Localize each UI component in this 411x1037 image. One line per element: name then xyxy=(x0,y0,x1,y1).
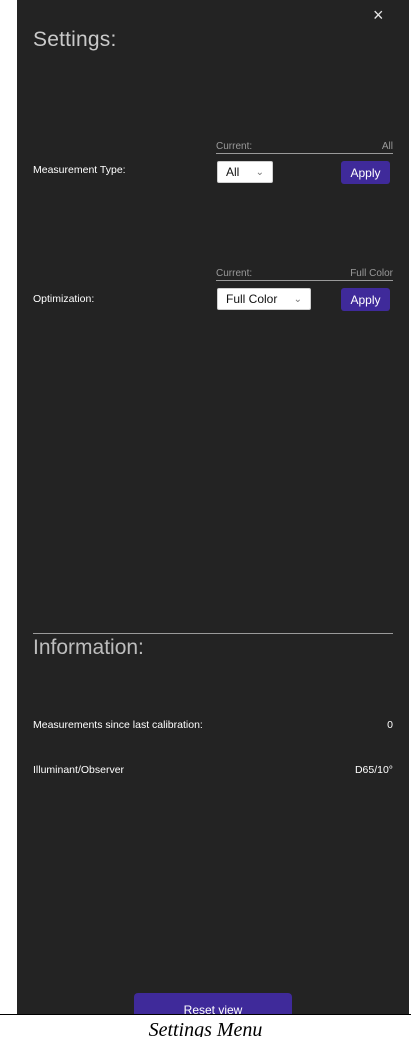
measurement-type-selected-value: All xyxy=(226,165,240,179)
optimization-current-value: Full Color xyxy=(350,268,393,279)
optimization-apply-button[interactable]: Apply xyxy=(341,288,390,311)
information-title: Information: xyxy=(33,636,144,659)
close-icon[interactable]: × xyxy=(373,6,384,24)
optimization-current-label: Current: xyxy=(216,268,253,279)
measurement-type-select[interactable]: All ⌄ xyxy=(217,161,273,183)
measurement-type-current-value: All xyxy=(381,141,393,152)
information-divider xyxy=(33,633,393,634)
settings-title: Settings: xyxy=(33,28,117,51)
chevron-down-icon: ⌄ xyxy=(293,293,302,305)
measurement-type-divider xyxy=(216,153,393,154)
reset-view-button[interactable]: Reset view xyxy=(134,993,292,1014)
measurement-type-label: Measurement Type: xyxy=(33,164,126,176)
info-row-label: Illuminant/Observer xyxy=(33,764,125,776)
optimization-select[interactable]: Full Color ⌄ xyxy=(217,288,311,310)
info-row-value: D65/10° xyxy=(354,764,393,776)
optimization-divider xyxy=(216,280,393,281)
optimization-selected-value: Full Color xyxy=(226,292,278,306)
measurement-type-apply-button[interactable]: Apply xyxy=(341,161,390,184)
chevron-down-icon: ⌄ xyxy=(255,166,264,178)
settings-panel: × Settings: Current: All Measurement Typ… xyxy=(17,0,409,1014)
measurement-type-current-label: Current: xyxy=(216,141,253,152)
figure-caption: Settings Menu xyxy=(0,1014,411,1037)
info-row-value: 0 xyxy=(387,719,393,731)
optimization-label: Optimization: xyxy=(33,293,95,305)
info-row-label: Measurements since last calibration: xyxy=(33,719,203,731)
